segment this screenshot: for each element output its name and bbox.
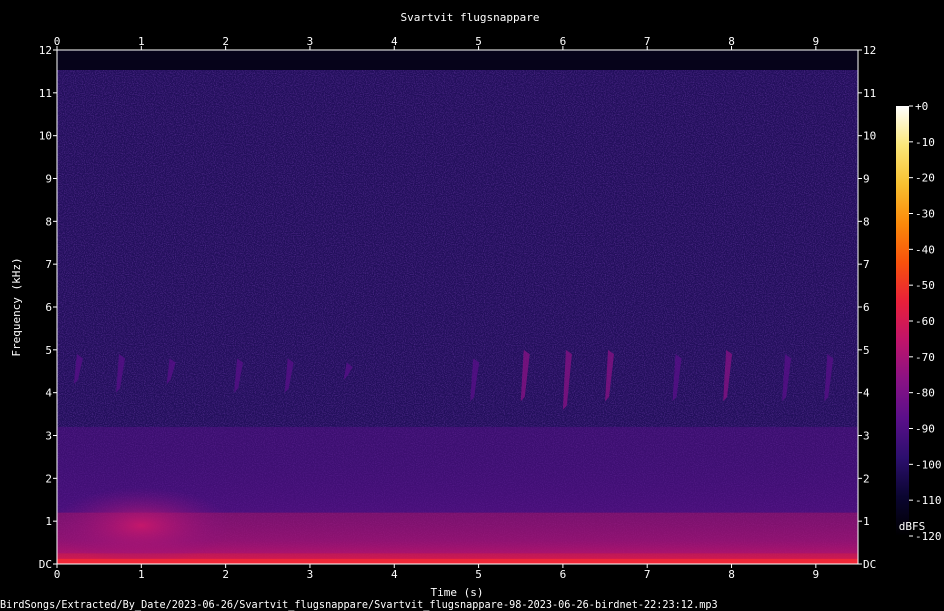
- x-tick-label-bottom: 3: [307, 568, 314, 581]
- x-tick-label-bottom: 1: [138, 568, 145, 581]
- y-axis-right: DC123456789101112: [858, 44, 876, 571]
- spectrogram-figure: Svartvit flugsnappare 0123456789 0123456…: [0, 11, 942, 611]
- colorbar-tick-label: +0: [915, 100, 928, 113]
- y-tick-label-right: 10: [863, 130, 876, 143]
- y-tick-label-right: 9: [863, 173, 870, 186]
- x-tick-label-bottom: 7: [644, 568, 651, 581]
- y-tick-label-left: 9: [45, 173, 52, 186]
- colorbar-tick-label: -80: [915, 387, 935, 400]
- x-axis-bottom: 0 1 2 3 4 5 6 7 8 9: [54, 564, 819, 581]
- y-tick-label-left: 5: [45, 344, 52, 357]
- y-tick-label-left: 2: [45, 472, 52, 485]
- x-tick-label-top: 0: [54, 35, 61, 48]
- y-tick-label-left: 11: [39, 87, 52, 100]
- x-tick-label-top: 1: [138, 35, 145, 48]
- colorbar-tick-label: -90: [915, 423, 935, 436]
- x-tick-label-bottom: 5: [475, 568, 482, 581]
- y-tick-label-right: 5: [863, 344, 870, 357]
- x-tick-label-bottom: 0: [54, 568, 61, 581]
- y-tick-label-right: 7: [863, 258, 870, 271]
- colorbar-ticks: +0-10-20-30-40-50-60-70-80-90-100-110-12…: [909, 100, 942, 543]
- y-tick-label-left: 4: [45, 387, 52, 400]
- y-tick-label-right: 6: [863, 301, 870, 314]
- dc-band: [57, 558, 858, 564]
- x-tick-label-top: 3: [307, 35, 314, 48]
- y-tick-label-left: 10: [39, 130, 52, 143]
- y-axis-left: DC123456789101112: [39, 44, 57, 571]
- y-tick-label-left: 7: [45, 258, 52, 271]
- x-tick-label-top: 9: [813, 35, 820, 48]
- y-tick-label-left: 12: [39, 44, 52, 57]
- y-tick-label-right: 12: [863, 44, 876, 57]
- x-tick-label-top: 4: [391, 35, 398, 48]
- y-tick-label-right: 3: [863, 430, 870, 443]
- colorbar-tick-label: -30: [915, 208, 935, 221]
- y-tick-label-right: DC: [863, 558, 876, 571]
- colorbar-tick-label: -20: [915, 172, 935, 185]
- x-tick-label-top: 5: [475, 35, 482, 48]
- x-tick-label-top: 8: [728, 35, 735, 48]
- colorbar-tick-label: -50: [915, 279, 935, 292]
- low-energy-hotspot: [51, 487, 232, 564]
- spectrogram-plot: [51, 49, 859, 565]
- colorbar-tick-label: -40: [915, 243, 935, 256]
- x-tick-label-bottom: 4: [391, 568, 398, 581]
- y-tick-label-left: 1: [45, 515, 52, 528]
- x-tick-label-top: 6: [560, 35, 567, 48]
- colorbar-scale: [896, 106, 909, 536]
- colorbar-tick-label: -100: [915, 458, 942, 471]
- y-axis-label: Frequency (kHz): [10, 257, 23, 356]
- x-axis-label: Time (s): [431, 586, 484, 599]
- colorbar-tick-label: -110: [915, 494, 942, 507]
- y-tick-label-right: 1: [863, 515, 870, 528]
- y-tick-label-right: 8: [863, 215, 870, 228]
- x-axis-top: 0 1 2 3 4 5 6 7 8 9: [54, 35, 819, 50]
- y-tick-label-right: 4: [863, 387, 870, 400]
- y-tick-label-left: 8: [45, 215, 52, 228]
- colorbar-tick-label: -10: [915, 136, 935, 149]
- x-tick-label-bottom: 2: [222, 568, 229, 581]
- y-tick-label-right: 2: [863, 472, 870, 485]
- y-tick-label-left: DC: [39, 558, 52, 571]
- x-tick-label-bottom: 6: [560, 568, 567, 581]
- source-filename: BirdSongs/Extracted/By_Date/2023-06-26/S…: [0, 600, 718, 611]
- x-tick-label-top: 2: [222, 35, 229, 48]
- colorbar: +0-10-20-30-40-50-60-70-80-90-100-110-12…: [896, 100, 942, 543]
- low-frequency-energy: [51, 371, 858, 564]
- y-tick-label-left: 3: [45, 430, 52, 443]
- chart-title: Svartvit flugsnappare: [400, 11, 539, 24]
- x-tick-label-top: 7: [644, 35, 651, 48]
- colorbar-tick-label: -70: [915, 351, 935, 364]
- plot-top-dark-band: [57, 50, 858, 70]
- colorbar-tick-label: -60: [915, 315, 935, 328]
- y-tick-label-left: 6: [45, 301, 52, 314]
- x-tick-label-bottom: 9: [813, 568, 820, 581]
- y-tick-label-right: 11: [863, 87, 876, 100]
- x-tick-label-bottom: 8: [728, 568, 735, 581]
- colorbar-unit: dBFS: [899, 520, 926, 533]
